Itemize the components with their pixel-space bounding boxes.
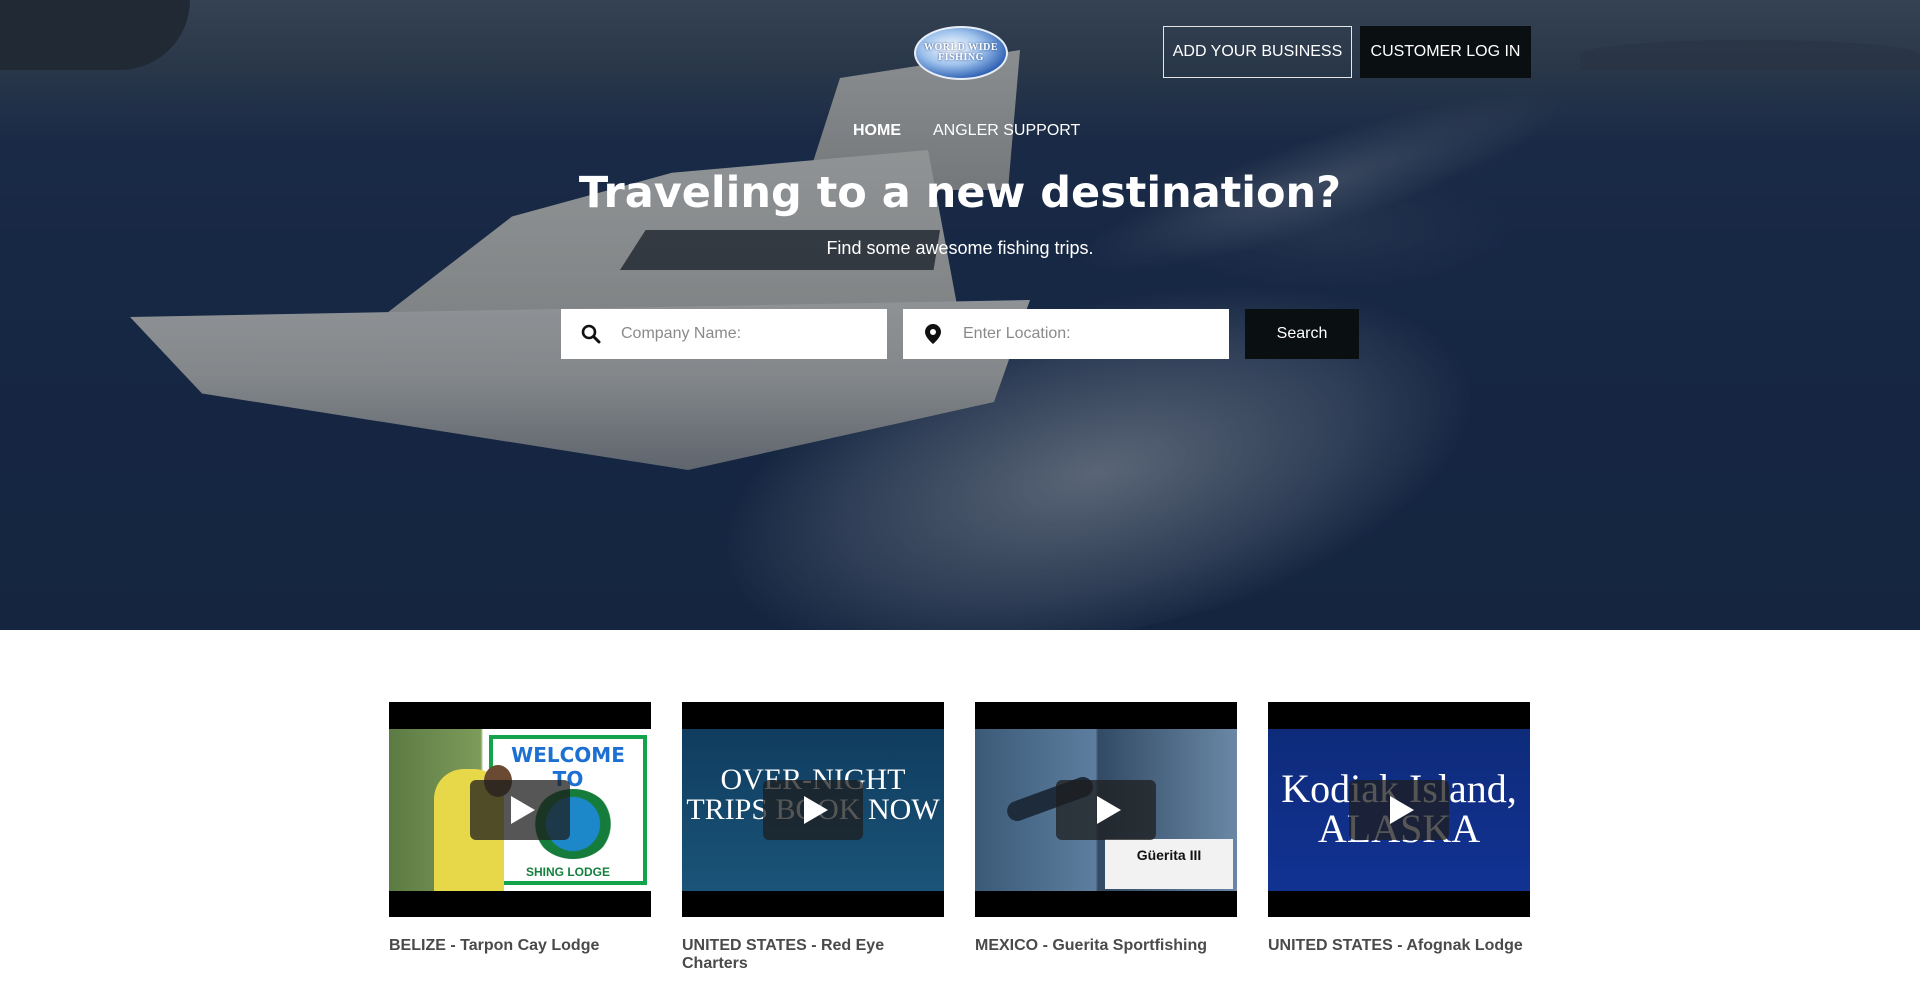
hero-subline: Find some awesome fishing trips. <box>826 238 1094 258</box>
video-thumbnail[interactable]: OVER-NIGHT TRIPS BOOK NOW <box>682 702 944 917</box>
hero-section: WORLD WIDE FISHING ADD YOUR BUSINESS CUS… <box>0 0 1920 630</box>
company-search-field[interactable] <box>561 309 887 359</box>
search-icon <box>561 324 621 344</box>
video-caption[interactable]: BELIZE - Tarpon Cay Lodge <box>389 937 651 955</box>
play-icon <box>1097 796 1121 824</box>
company-name-input[interactable] <box>621 325 871 343</box>
play-button[interactable] <box>763 780 863 840</box>
customer-login-button[interactable]: CUSTOMER LOG IN <box>1360 26 1531 78</box>
hero-headline: Traveling to a new destination? <box>578 168 1342 218</box>
nav-item-angler-support[interactable]: ANGLER SUPPORT <box>933 122 1080 140</box>
logo-text: WORLD WIDE FISHING <box>924 42 998 63</box>
boat-shape: Güerita III <box>1105 839 1233 889</box>
play-icon <box>1390 796 1414 824</box>
play-icon <box>804 796 828 824</box>
video-card: OVER-NIGHT TRIPS BOOK NOW UNITED STATES … <box>682 702 944 973</box>
video-list: WELCOME TO SHING LODGE BELIZE - Tarpon C… <box>389 702 1530 973</box>
play-icon <box>511 796 535 824</box>
add-business-button[interactable]: ADD YOUR BUSINESS <box>1163 26 1352 78</box>
map-pin-icon <box>903 324 963 344</box>
video-caption[interactable]: UNITED STATES - Red Eye Charters <box>682 937 944 973</box>
location-input[interactable] <box>963 325 1213 343</box>
video-thumbnail[interactable]: Güerita III <box>975 702 1237 917</box>
main-nav: HOME ANGLER SUPPORT <box>853 122 1080 140</box>
boat-name: Güerita III <box>1136 847 1202 863</box>
play-button[interactable] <box>470 780 570 840</box>
play-button[interactable] <box>1056 780 1156 840</box>
video-caption[interactable]: UNITED STATES - Afognak Lodge <box>1268 937 1530 955</box>
nav-item-home[interactable]: HOME <box>853 122 901 140</box>
video-thumbnail[interactable]: WELCOME TO SHING LODGE <box>389 702 651 917</box>
location-search-field[interactable] <box>903 309 1229 359</box>
site-logo[interactable]: WORLD WIDE FISHING <box>914 26 1008 80</box>
play-button[interactable] <box>1349 780 1449 840</box>
video-card: Kodiak Island, ALASKA UNITED STATES - Af… <box>1268 702 1530 973</box>
video-card: Güerita III MEXICO - Guerita Sportfishin… <box>975 702 1237 973</box>
video-card: WELCOME TO SHING LODGE BELIZE - Tarpon C… <box>389 702 651 973</box>
video-caption[interactable]: MEXICO - Guerita Sportfishing <box>975 937 1237 955</box>
search-button[interactable]: Search <box>1245 309 1359 359</box>
video-thumbnail[interactable]: Kodiak Island, ALASKA <box>1268 702 1530 917</box>
sign-bottom-text: SHING LODGE <box>525 865 610 879</box>
